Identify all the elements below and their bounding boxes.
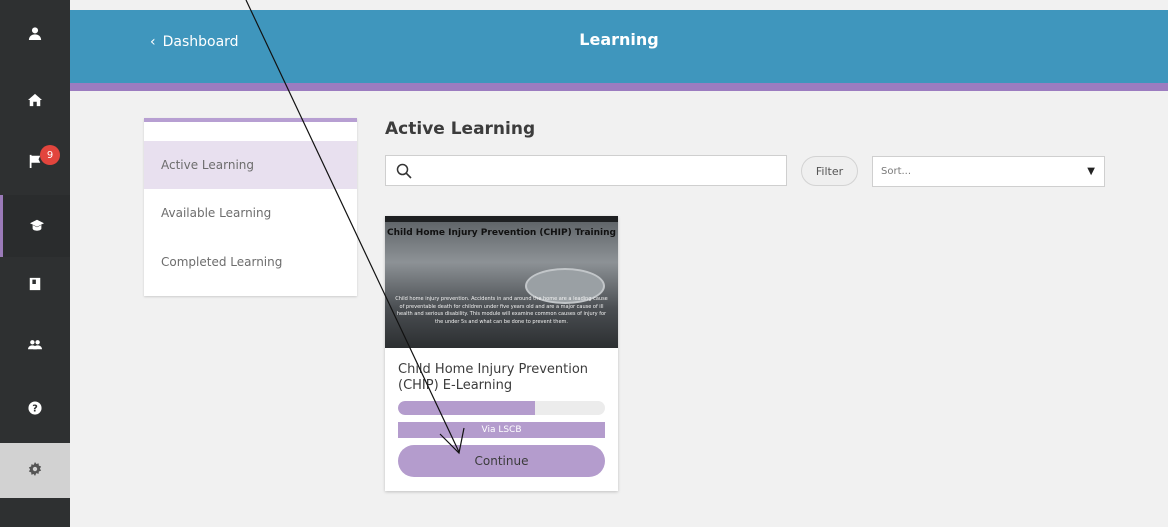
thumbnail-title: Child Home Injury Prevention (CHIP) Trai… <box>387 228 616 238</box>
page-title: Learning <box>579 30 659 49</box>
gear-icon <box>28 461 42 480</box>
rail-help[interactable]: ? <box>0 378 70 440</box>
rail-settings[interactable] <box>0 443 70 498</box>
notification-badge: 9 <box>40 145 60 165</box>
caret-down-icon: ▼ <box>1087 166 1095 177</box>
svg-text:?: ? <box>32 403 38 414</box>
course-card: Child Home Injury Prevention (CHIP) Trai… <box>385 216 618 491</box>
course-thumbnail[interactable]: Child Home Injury Prevention (CHIP) Trai… <box>385 216 618 348</box>
thumbnail-band <box>385 216 618 222</box>
learning-app: 9 ? ‹ Dashboard Learning Active Learning… <box>0 0 1168 527</box>
course-title: Child Home Injury Prevention (CHIP) E-Le… <box>398 362 589 393</box>
learning-side-menu: Active Learning Available Learning Compl… <box>144 118 357 296</box>
user-icon <box>28 25 42 44</box>
help-icon: ? <box>28 400 42 419</box>
rail-user[interactable] <box>0 3 70 65</box>
rail-people[interactable] <box>0 314 70 376</box>
menu-item-available-learning[interactable]: Available Learning <box>144 189 357 237</box>
search-input[interactable] <box>420 160 780 182</box>
course-provider-label: Via LSCB <box>398 422 605 438</box>
rail-home[interactable] <box>0 70 70 132</box>
menu-item-label: Available Learning <box>161 206 272 220</box>
icon-rail: 9 ? <box>0 0 70 527</box>
rail-library[interactable] <box>0 254 70 316</box>
sort-select-value: Sort... <box>881 166 912 177</box>
graduation-cap-icon <box>29 217 44 236</box>
users-icon <box>28 336 42 355</box>
thumbnail-text: Child home injury prevention. Accidents … <box>395 296 608 325</box>
course-progress-fill <box>398 401 535 415</box>
menu-item-active-learning[interactable]: Active Learning <box>144 141 357 189</box>
section-title: Active Learning <box>385 119 536 139</box>
menu-item-label: Completed Learning <box>161 255 283 269</box>
page-header: ‹ Dashboard Learning <box>70 10 1168 83</box>
search-box <box>385 155 787 186</box>
course-progress-bar <box>398 401 605 415</box>
menu-item-label: Active Learning <box>161 158 255 172</box>
rail-flags[interactable] <box>0 131 70 193</box>
sort-select[interactable]: Sort... ▼ <box>872 156 1105 187</box>
menu-item-completed-learning[interactable]: Completed Learning <box>144 238 357 286</box>
rail-learning[interactable] <box>0 195 70 257</box>
header-accent-divider <box>70 83 1168 91</box>
home-icon <box>28 92 42 111</box>
filter-button[interactable]: Filter <box>801 156 858 186</box>
continue-button[interactable]: Continue <box>398 445 605 477</box>
book-icon <box>28 276 42 295</box>
